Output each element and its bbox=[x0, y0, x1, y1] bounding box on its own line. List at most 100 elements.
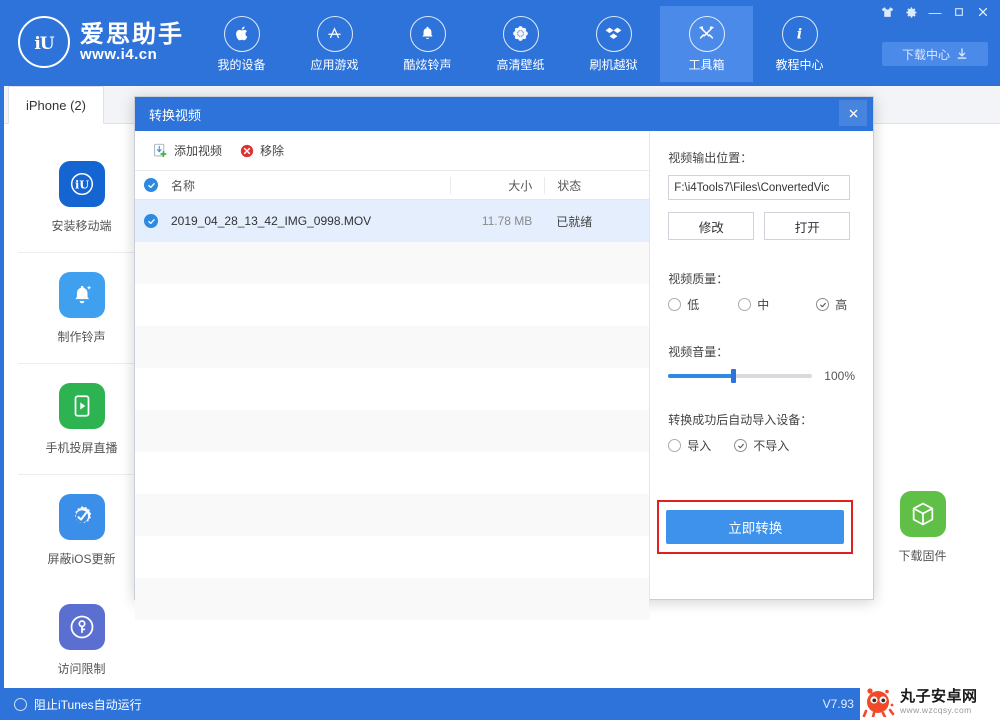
tool-label: 下载固件 bbox=[898, 548, 947, 563]
convert-video-dialog: 转换视频 添加视频 移除 名称 大小 状态 2019_04_28_13_42_I… bbox=[134, 96, 874, 620]
screen-cast-icon bbox=[58, 382, 105, 429]
auto-import-label: 转换成功后自动导入设备： bbox=[668, 413, 813, 427]
dialog-body: 添加视频 移除 名称 大小 状态 2019_04_28_13_42_IMG_09… bbox=[135, 131, 873, 620]
modify-path-button[interactable]: 修改 bbox=[668, 212, 755, 240]
quality-label: 中 bbox=[757, 298, 770, 312]
maximize-icon[interactable] bbox=[948, 2, 970, 22]
left-accent-bar bbox=[0, 86, 4, 124]
radio-unchecked-icon bbox=[14, 697, 27, 711]
convert-button-highlight: 立即转换 bbox=[657, 500, 854, 554]
svg-text:i: i bbox=[797, 26, 802, 42]
volume-slider[interactable] bbox=[668, 369, 813, 383]
minimize-icon[interactable]: — bbox=[924, 2, 946, 22]
quality-label: 低 bbox=[687, 298, 700, 312]
nav-item-flash-jailbreak[interactable]: 刷机越狱 bbox=[567, 6, 660, 82]
list-header-row: 名称 大小 状态 bbox=[135, 171, 650, 200]
radio-checked-icon bbox=[816, 298, 830, 311]
radio-checked-icon bbox=[734, 439, 748, 452]
apple-icon bbox=[223, 15, 260, 52]
watermark-url: www.wzcqsy.com bbox=[900, 705, 972, 716]
table-row-empty bbox=[135, 410, 650, 452]
convert-now-button[interactable]: 立即转换 bbox=[666, 510, 845, 544]
radio-unchecked-icon bbox=[668, 298, 682, 311]
download-center-button[interactable]: 下载中心 bbox=[882, 42, 988, 66]
nav-label: 我的设备 bbox=[217, 57, 266, 72]
dialog-titlebar[interactable]: 转换视频 bbox=[135, 97, 873, 131]
watermark-title: 丸子安卓网 bbox=[900, 688, 978, 706]
settings-icon[interactable] bbox=[900, 2, 922, 22]
auto-import-option-label: 导入 bbox=[687, 439, 712, 453]
row-checkbox[interactable] bbox=[135, 214, 167, 228]
video-list-panel: 添加视频 移除 名称 大小 状态 2019_04_28_13_42_IMG_09… bbox=[135, 131, 651, 620]
remove-icon bbox=[240, 144, 254, 157]
row-file-name: 2019_04_28_13_42_IMG_0998.MOV bbox=[171, 214, 372, 228]
auto-import-option-import[interactable]: 导入 bbox=[668, 437, 734, 454]
block-itunes-toggle[interactable]: 阻止iTunes自动运行 bbox=[14, 696, 142, 713]
svg-text:iU: iU bbox=[34, 34, 54, 54]
restriction-key-icon bbox=[58, 603, 105, 650]
nav-label: 刷机越狱 bbox=[589, 57, 638, 72]
remove-label: 移除 bbox=[260, 144, 285, 158]
tool-label: 屏蔽iOS更新 bbox=[47, 551, 116, 566]
table-row-empty bbox=[135, 326, 650, 368]
logo-name: 爱思助手 bbox=[80, 20, 184, 48]
nav-item-ringtones[interactable]: 酷炫铃声 bbox=[381, 6, 474, 82]
toolbox-content: iU 安装移动端 制作铃声 手机投屏直播 屏蔽iOS更新 访问限制 下载固件 转… bbox=[0, 96, 1000, 688]
bell-icon bbox=[409, 15, 446, 52]
download-center-label: 下载中心 bbox=[901, 47, 950, 62]
nav-label: 教程中心 bbox=[775, 57, 824, 72]
video-quality-radio-group: 低 中 高 bbox=[668, 296, 855, 313]
output-path-input[interactable] bbox=[668, 175, 851, 200]
open-path-button[interactable]: 打开 bbox=[764, 212, 851, 240]
radio-unchecked-icon bbox=[668, 439, 682, 452]
quality-option-medium[interactable]: 中 bbox=[738, 296, 816, 313]
column-header-state: 状态 bbox=[544, 176, 649, 194]
quality-option-high[interactable]: 高 bbox=[816, 296, 847, 313]
row-file-state: 已就绪 bbox=[556, 214, 593, 229]
version-label: V7.93 bbox=[822, 697, 854, 711]
dialog-close-icon[interactable] bbox=[839, 100, 867, 126]
volume-value: 100% bbox=[824, 369, 855, 383]
table-row[interactable]: 2019_04_28_13_42_IMG_0998.MOV 11.78 MB 已… bbox=[135, 200, 650, 242]
dialog-title: 转换视频 bbox=[149, 107, 202, 123]
remove-button[interactable]: 移除 bbox=[240, 142, 284, 159]
conversion-settings-panel: 视频输出位置： 修改 打开 视频质量： 低 中 bbox=[650, 131, 873, 600]
volume-slider-wrap: 100% bbox=[668, 369, 855, 383]
block-itunes-label: 阻止iTunes自动运行 bbox=[34, 697, 142, 712]
table-row-empty bbox=[135, 284, 650, 326]
nav-label: 高清壁纸 bbox=[496, 57, 545, 72]
close-icon[interactable] bbox=[972, 2, 994, 22]
nav-item-tutorials[interactable]: i 教程中心 bbox=[753, 6, 846, 82]
app-logo[interactable]: iU 爱思助手 www.i4.cn bbox=[18, 16, 184, 68]
tool-label: 手机投屏直播 bbox=[45, 440, 118, 455]
auto-import-option-no-import[interactable]: 不导入 bbox=[734, 437, 789, 454]
table-row-empty bbox=[135, 578, 650, 620]
select-all-checkbox[interactable] bbox=[135, 178, 167, 192]
tab-iphone[interactable]: iPhone (2) bbox=[8, 86, 104, 124]
quality-option-low[interactable]: 低 bbox=[668, 296, 738, 313]
volume-slider-thumb[interactable] bbox=[731, 369, 737, 383]
column-header-size: 大小 bbox=[450, 176, 544, 194]
add-video-label: 添加视频 bbox=[174, 144, 223, 158]
mascot-icon bbox=[862, 688, 895, 717]
tool-label: 制作铃声 bbox=[57, 329, 106, 344]
nav-item-toolbox[interactable]: 工具箱 bbox=[660, 6, 753, 82]
auto-import-option-label: 不导入 bbox=[753, 439, 790, 453]
window-controls: — bbox=[876, 2, 994, 22]
add-video-button[interactable]: 添加视频 bbox=[153, 142, 222, 159]
output-location-label: 视频输出位置： bbox=[668, 151, 753, 165]
i4tools-window: iU 爱思助手 www.i4.cn 我的设备 应用游戏 酷炫铃声 高清壁纸 刷机… bbox=[0, 0, 1000, 720]
watermark: 丸子安卓网 www.wzcqsy.com bbox=[860, 684, 1000, 720]
checkbox-checked-icon bbox=[144, 214, 158, 228]
app-header: iU 爱思助手 www.i4.cn 我的设备 应用游戏 酷炫铃声 高清壁纸 刷机… bbox=[0, 0, 1000, 86]
nav-item-my-device[interactable]: 我的设备 bbox=[195, 6, 288, 82]
main-navigation: 我的设备 应用游戏 酷炫铃声 高清壁纸 刷机越狱 工具箱 i 教程中心 bbox=[195, 6, 846, 82]
block-update-icon bbox=[58, 493, 105, 540]
table-row-empty bbox=[135, 452, 650, 494]
skin-icon[interactable] bbox=[876, 2, 898, 22]
download-arrow-icon bbox=[957, 48, 967, 59]
row-file-size: 11.78 MB bbox=[481, 214, 533, 228]
nav-item-apps-games[interactable]: 应用游戏 bbox=[288, 6, 381, 82]
i4-app-icon: iU bbox=[58, 160, 105, 207]
nav-item-wallpapers[interactable]: 高清壁纸 bbox=[474, 6, 567, 82]
